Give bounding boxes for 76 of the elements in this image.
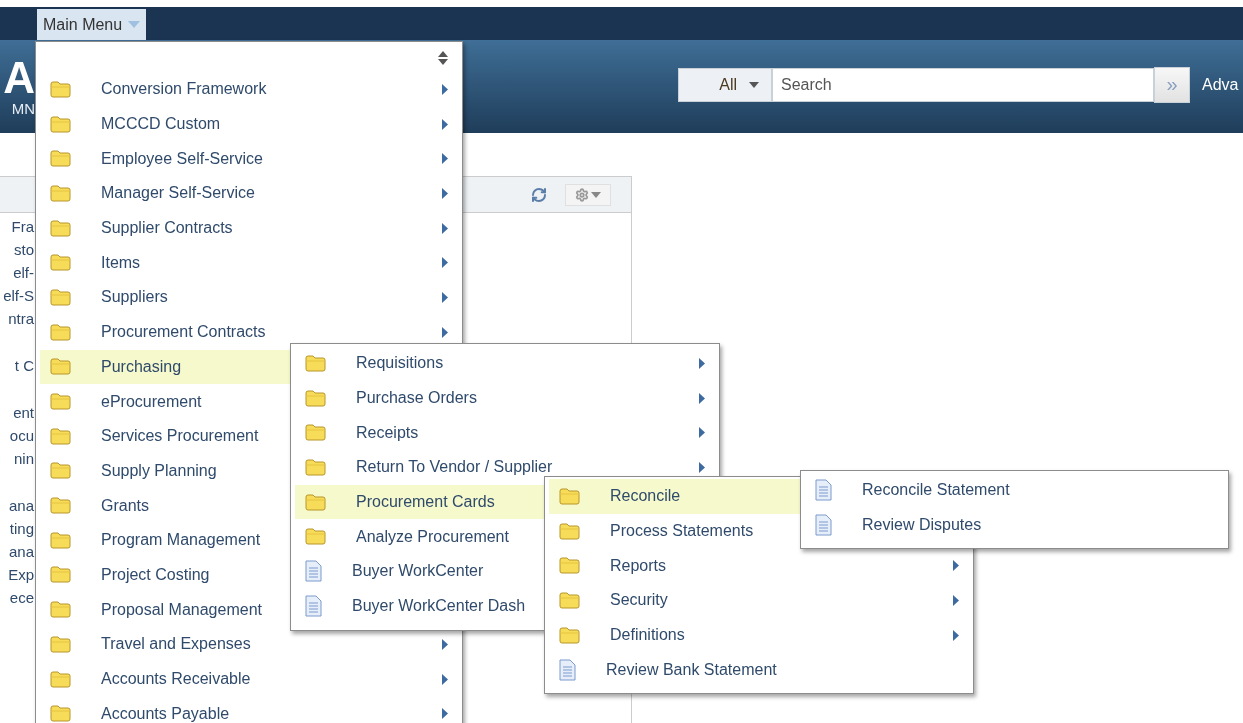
advanced-search-link[interactable]: Adva xyxy=(1202,75,1239,94)
caret-icon xyxy=(749,81,759,88)
menu-item[interactable]: Suppliers xyxy=(40,280,458,315)
search-scope-dropdown[interactable]: All xyxy=(678,67,772,102)
folder-icon xyxy=(50,566,71,584)
pagelet-link[interactable]: elf-S xyxy=(0,284,34,307)
pagelet-link[interactable]: ece xyxy=(0,586,34,609)
folder-icon xyxy=(559,626,580,644)
folder-icon xyxy=(50,393,71,411)
menu-item[interactable]: Items xyxy=(40,245,458,281)
folder-icon xyxy=(50,462,71,480)
pagelet-link[interactable]: t C xyxy=(0,354,34,377)
folder-icon xyxy=(50,497,71,515)
menu-item[interactable]: Accounts Receivable xyxy=(40,661,458,697)
pagelet-link[interactable]: ana xyxy=(0,540,34,563)
pagelet-link[interactable]: sto xyxy=(0,238,34,261)
folder-icon xyxy=(50,254,71,272)
caret-icon xyxy=(591,191,601,198)
settings-icon xyxy=(575,187,589,202)
folder-icon xyxy=(50,601,71,619)
menu-item[interactable]: MCCCD Custom xyxy=(40,106,458,142)
pagelet-link[interactable]: ting xyxy=(0,517,34,540)
folder-icon xyxy=(50,219,71,237)
pagelet-link[interactable]: Fra xyxy=(0,215,34,238)
pagelet-link[interactable]: Exp xyxy=(0,563,34,586)
menu-item[interactable]: Travel and Expenses xyxy=(40,627,458,662)
folder-icon xyxy=(50,80,71,98)
folder-icon xyxy=(50,323,71,341)
document-icon xyxy=(305,595,322,618)
main-menu-button[interactable]: Main Menu xyxy=(37,9,147,40)
document-icon xyxy=(815,479,832,502)
menu-item[interactable]: Reports xyxy=(549,548,969,584)
pagelet-link[interactable]: elf- xyxy=(0,261,34,284)
folder-icon xyxy=(559,522,580,540)
folder-icon xyxy=(305,424,326,442)
menu-item[interactable]: Supplier Contracts xyxy=(40,210,458,246)
pagelet-link[interactable]: nin xyxy=(0,447,34,470)
folder-icon xyxy=(305,493,326,511)
caret-icon xyxy=(128,21,141,28)
folder-icon xyxy=(50,635,71,653)
document-icon xyxy=(559,658,576,681)
search-field[interactable]: Search xyxy=(772,67,1154,102)
sort-icon[interactable] xyxy=(438,51,448,65)
folder-icon xyxy=(305,528,326,546)
document-icon xyxy=(815,514,832,537)
logo-subtitle: MN xyxy=(11,100,35,117)
pagelet-link[interactable]: ent xyxy=(0,401,34,424)
folder-icon xyxy=(559,557,580,575)
folder-icon xyxy=(50,288,71,306)
menu-item[interactable]: Conversion Framework xyxy=(40,72,458,107)
menu-item[interactable]: Receipts xyxy=(295,415,715,451)
folder-icon xyxy=(559,591,580,609)
folder-icon xyxy=(50,705,71,723)
logo-text: A xyxy=(3,56,35,100)
folder-icon xyxy=(50,184,71,202)
menu-item[interactable]: Employee Self-Service xyxy=(40,141,458,177)
pagelet-link[interactable]: ocu xyxy=(0,424,34,447)
menu-item[interactable]: Definitions xyxy=(549,617,969,653)
folder-icon xyxy=(50,670,71,688)
document-icon xyxy=(305,560,322,583)
pagelet-link[interactable]: ntra xyxy=(0,307,34,330)
pagelet-link[interactable]: ana xyxy=(0,494,34,517)
folder-icon xyxy=(305,458,326,476)
menu-item[interactable]: Review Bank Statement xyxy=(549,652,969,688)
folder-icon xyxy=(50,358,71,376)
folder-icon xyxy=(50,427,71,445)
folder-icon xyxy=(50,115,71,133)
menu-item[interactable]: Accounts Payable xyxy=(40,696,458,723)
folder-icon xyxy=(305,354,326,372)
folder-icon xyxy=(50,531,71,549)
refresh-icon[interactable] xyxy=(531,186,547,203)
folder-icon xyxy=(50,150,71,168)
folder-icon xyxy=(559,487,580,505)
menu-item[interactable]: Security xyxy=(549,583,969,618)
settings-dropdown[interactable] xyxy=(565,183,611,206)
folder-icon xyxy=(305,389,326,407)
